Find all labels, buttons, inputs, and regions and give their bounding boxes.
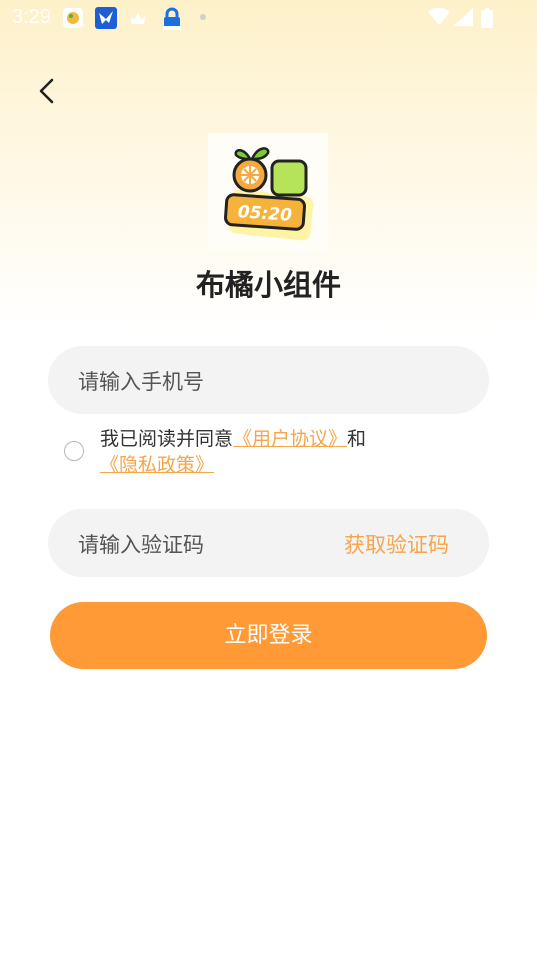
get-code-button[interactable]: 获取验证码 — [344, 529, 449, 559]
lock-app-icon — [160, 7, 182, 30]
agreement-prefix: 我已阅读并同意 — [100, 428, 234, 450]
login-button[interactable]: 立即登录 — [50, 602, 487, 669]
agreement-text: 我已阅读并同意《用户协议》和《隐私政策》 — [100, 426, 480, 478]
phone-input[interactable]: 请输入手机号 — [48, 346, 489, 414]
verification-code-input[interactable]: 请输入验证码 获取验证码 — [48, 509, 489, 577]
app-logo: 05:20 — [208, 133, 328, 251]
app-notification-icon — [62, 7, 84, 29]
bird-app-icon — [95, 7, 117, 29]
privacy-policy-link[interactable]: 《隐私政策》 — [100, 454, 214, 476]
logo-clock-text: 05:20 — [237, 202, 293, 226]
agreement-and: 和 — [347, 428, 367, 450]
agreement-checkbox[interactable] — [64, 441, 84, 461]
code-input-placeholder: 请输入验证码 — [78, 533, 204, 557]
battery-icon — [481, 8, 493, 32]
signal-icon — [453, 8, 473, 30]
phone-input-placeholder: 请输入手机号 — [78, 370, 204, 394]
user-agreement-link[interactable]: 《用户协议》 — [233, 428, 347, 450]
wifi-icon — [428, 7, 450, 30]
back-button[interactable] — [30, 74, 66, 110]
status-time: 3:29 — [12, 6, 51, 28]
status-bar: 3:29 — [0, 0, 537, 36]
app-name: 布橘小组件 — [195, 268, 341, 302]
more-notifications-dot — [200, 14, 206, 20]
crown-icon — [127, 7, 149, 29]
chevron-left-icon — [39, 78, 54, 104]
